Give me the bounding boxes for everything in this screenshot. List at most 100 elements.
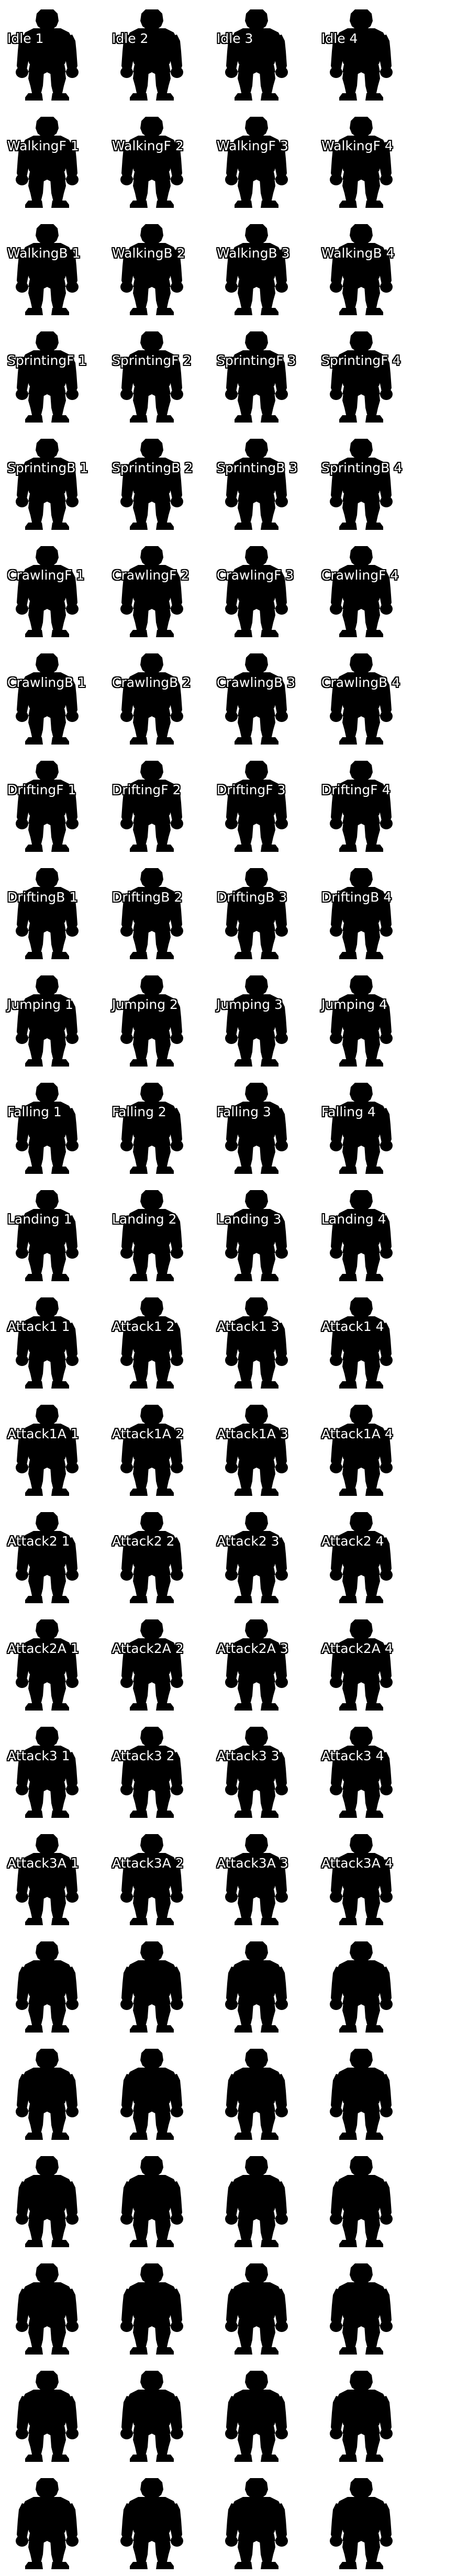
sprite-frame: WalkingB 1: [0, 215, 105, 322]
sprite-frame: SprintingF 4: [314, 322, 419, 429]
brawler-silhouette-icon: [15, 1725, 80, 1819]
brawler-silhouette-icon: [329, 651, 394, 746]
sprite-frame: CrawlingB 2: [105, 644, 209, 751]
sprite-frame: Attack3A 3: [209, 1825, 314, 1932]
sprite-frame: Attack1 2: [105, 1288, 209, 1395]
brawler-silhouette-icon: [15, 651, 80, 746]
brawler-silhouette-icon: [119, 2047, 184, 2141]
brawler-silhouette-icon: [329, 866, 394, 960]
brawler-silhouette-icon: [329, 2369, 394, 2463]
sprite-frame: SprintingB 4: [314, 429, 419, 537]
sprite-frame: DriftingF 4: [314, 751, 419, 859]
sprite-frame: Attack3A 1: [0, 1825, 105, 1932]
brawler-silhouette-icon: [224, 866, 289, 960]
brawler-silhouette-icon: [119, 2261, 184, 2356]
brawler-silhouette-icon: [119, 1832, 184, 1926]
brawler-silhouette-icon: [224, 1295, 289, 1390]
sprite-frame: [209, 2147, 314, 2254]
sprite-frame: WalkingF 3: [209, 107, 314, 215]
sprite-frame: Attack1A 1: [0, 1395, 105, 1503]
sprite-frame: Attack3 2: [105, 1717, 209, 1825]
sprite-frame: Attack2 1: [0, 1503, 105, 1610]
brawler-silhouette-icon: [329, 329, 394, 424]
brawler-silhouette-icon: [329, 759, 394, 853]
brawler-silhouette-icon: [224, 544, 289, 638]
sprite-frame: Attack3 4: [314, 1717, 419, 1825]
brawler-silhouette-icon: [329, 1295, 394, 1390]
brawler-silhouette-icon: [224, 2369, 289, 2463]
sprite-frame: [209, 2254, 314, 2361]
sprite-frame: [314, 2254, 419, 2361]
brawler-silhouette-icon: [329, 115, 394, 209]
sprite-frame: DriftingF 1: [0, 751, 105, 859]
sprite-frame: Attack3 1: [0, 1717, 105, 1825]
brawler-silhouette-icon: [15, 2261, 80, 2356]
brawler-silhouette-icon: [119, 1725, 184, 1819]
brawler-silhouette-icon: [15, 1510, 80, 1604]
sprite-frame: [0, 1932, 105, 2039]
sprite-frame: SprintingF 2: [105, 322, 209, 429]
brawler-silhouette-icon: [329, 1188, 394, 1282]
brawler-silhouette-icon: [15, 1939, 80, 2034]
sprite-frame: Attack2 2: [105, 1503, 209, 1610]
sprite-frame: Landing 1: [0, 1181, 105, 1288]
brawler-silhouette-icon: [15, 544, 80, 638]
brawler-silhouette-icon: [15, 7, 80, 102]
sprite-frame: [105, 2254, 209, 2361]
sprite-frame: CrawlingF 2: [105, 537, 209, 644]
sprite-frame: WalkingF 2: [105, 107, 209, 215]
brawler-silhouette-icon: [329, 1617, 394, 1712]
brawler-silhouette-icon: [119, 544, 184, 638]
brawler-silhouette-icon: [15, 1617, 80, 1712]
sprite-frame: Attack1A 2: [105, 1395, 209, 1503]
brawler-silhouette-icon: [224, 651, 289, 746]
sprite-frame: Falling 1: [0, 1073, 105, 1181]
brawler-silhouette-icon: [329, 1832, 394, 1926]
brawler-silhouette-icon: [15, 437, 80, 531]
brawler-silhouette-icon: [224, 2261, 289, 2356]
brawler-silhouette-icon: [224, 222, 289, 316]
brawler-silhouette-icon: [119, 2154, 184, 2248]
brawler-silhouette-icon: [224, 1725, 289, 1819]
brawler-silhouette-icon: [224, 2154, 289, 2248]
brawler-silhouette-icon: [15, 2047, 80, 2141]
sprite-frame: [314, 1932, 419, 2039]
sprite-frame: Landing 4: [314, 1181, 419, 1288]
sprite-frame: [105, 2361, 209, 2469]
brawler-silhouette-icon: [329, 7, 394, 102]
sprite-frame: SprintingF 1: [0, 322, 105, 429]
brawler-silhouette-icon: [224, 1188, 289, 1282]
brawler-silhouette-icon: [224, 759, 289, 853]
brawler-silhouette-icon: [329, 2476, 394, 2570]
brawler-silhouette-icon: [15, 1403, 80, 1497]
sprite-frame: DriftingF 3: [209, 751, 314, 859]
brawler-silhouette-icon: [329, 222, 394, 316]
sprite-frame: Attack3A 4: [314, 1825, 419, 1932]
brawler-silhouette-icon: [119, 973, 184, 1068]
brawler-silhouette-icon: [224, 437, 289, 531]
brawler-silhouette-icon: [119, 1510, 184, 1604]
brawler-silhouette-icon: [224, 973, 289, 1068]
sprite-frame: WalkingB 4: [314, 215, 419, 322]
sprite-frame: [0, 2147, 105, 2254]
sprite-frame: DriftingF 2: [105, 751, 209, 859]
sprite-frame: DriftingB 3: [209, 859, 314, 966]
brawler-silhouette-icon: [119, 1081, 184, 1175]
sprite-frame: SprintingB 2: [105, 429, 209, 537]
brawler-silhouette-icon: [329, 2154, 394, 2248]
sprite-frame: Attack2A 3: [209, 1610, 314, 1717]
sprite-frame: CrawlingB 4: [314, 644, 419, 751]
sprite-frame: CrawlingF 4: [314, 537, 419, 644]
sprite-frame: [105, 2147, 209, 2254]
sprite-frame: [314, 2361, 419, 2469]
brawler-silhouette-icon: [15, 866, 80, 960]
sprite-frame: [314, 2039, 419, 2147]
brawler-silhouette-icon: [119, 329, 184, 424]
sprite-frame: Attack1 3: [209, 1288, 314, 1395]
sprite-frame: WalkingF 1: [0, 107, 105, 215]
sprite-frame: Attack2A 4: [314, 1610, 419, 1717]
sprite-frame: Attack2A 2: [105, 1610, 209, 1717]
sprite-frame: DriftingB 1: [0, 859, 105, 966]
sprite-frame: [105, 2039, 209, 2147]
sprite-frame: [209, 2039, 314, 2147]
